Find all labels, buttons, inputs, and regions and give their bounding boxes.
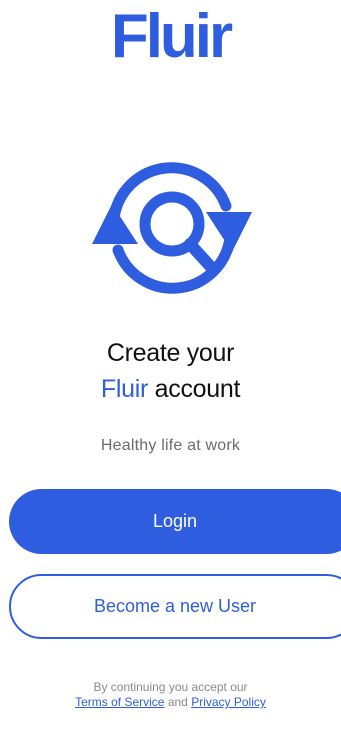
register-button[interactable]: Become a new User <box>9 574 341 639</box>
headline-rest: account <box>148 375 241 403</box>
privacy-link[interactable]: Privacy Policy <box>191 695 266 709</box>
subtitle: Healthy life at work <box>100 437 241 454</box>
legal-notice: By continuing you accept our Terms of Se… <box>0 680 341 710</box>
onboarding-screen: Fluir Create your Fluir account Healthy … <box>0 0 341 739</box>
terms-link[interactable]: Terms of Service <box>75 695 164 709</box>
legal-links: Terms of Service and Privacy Policy <box>0 695 341 710</box>
refresh-search-icon <box>92 162 252 294</box>
legal-conjunction: and <box>164 695 192 709</box>
app-logo: Fluir <box>110 2 233 71</box>
headline-brand-word: Fluir <box>100 375 148 403</box>
login-button[interactable]: Login <box>9 489 341 554</box>
legal-prefix: By continuing you accept our <box>93 680 248 694</box>
login-button-label: Login <box>152 511 198 531</box>
headline-line-1: Create your <box>106 339 235 367</box>
headline-line-2: Fluir account <box>0 371 341 407</box>
page-title: Create your Fluir account <box>0 335 341 407</box>
register-button-label: Become a new User <box>93 596 257 616</box>
